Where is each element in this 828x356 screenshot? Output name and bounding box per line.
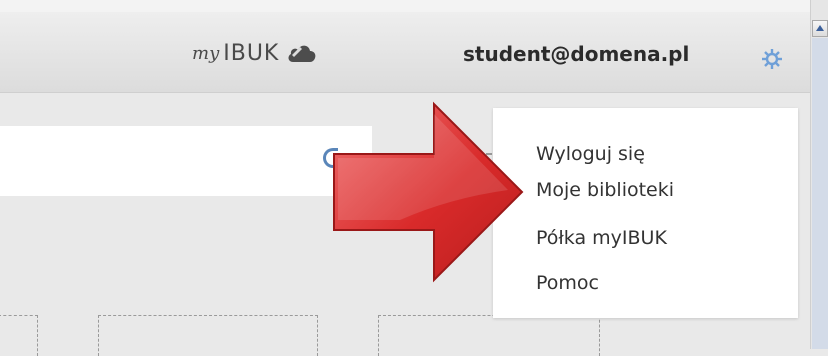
search-input-area[interactable]: [0, 126, 372, 196]
top-header: my IBUK student@domena.pl: [0, 12, 810, 93]
scroll-track[interactable]: [812, 38, 828, 349]
myibuk-brand[interactable]: my IBUK: [192, 38, 317, 68]
top-strip: [0, 0, 810, 12]
user-email[interactable]: student@domena.pl: [463, 42, 689, 66]
brand-prefix: my: [192, 42, 220, 64]
menu-item-my-libraries[interactable]: Moje biblioteki: [536, 179, 674, 201]
cloud-icon: [288, 45, 316, 62]
book-slot-1: [0, 315, 38, 356]
gear-icon[interactable]: [761, 48, 783, 70]
red-arrow-icon: [333, 101, 524, 283]
menu-item-help[interactable]: Pomoc: [536, 272, 599, 294]
scroll-up-button[interactable]: [812, 20, 828, 37]
book-slot-2: [98, 315, 318, 356]
menu-item-shelf[interactable]: Półka myIBUK: [536, 227, 667, 249]
menu-item-logout[interactable]: Wyloguj się: [536, 143, 645, 165]
book-slot-3: [378, 315, 600, 356]
brand-name: IBUK: [223, 40, 280, 66]
user-dropdown-menu: Wyloguj się Moje biblioteki Półka myIBUK…: [493, 108, 798, 318]
